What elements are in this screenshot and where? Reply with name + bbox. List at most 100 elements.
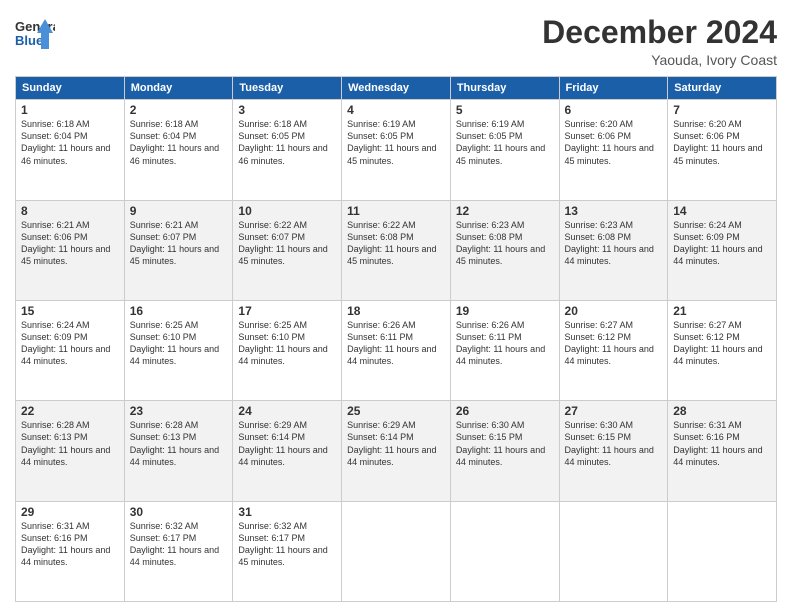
day-info: Sunrise: 6:24 AMSunset: 6:09 PMDaylight:… [673, 220, 762, 266]
header: General Blue December 2024 Yaouda, Ivory… [15, 15, 777, 68]
day-number: 10 [238, 204, 336, 218]
day-number: 15 [21, 304, 119, 318]
page: General Blue December 2024 Yaouda, Ivory… [0, 0, 792, 612]
day-info: Sunrise: 6:19 AMSunset: 6:05 PMDaylight:… [456, 119, 545, 165]
calendar-cell [559, 501, 668, 601]
day-info: Sunrise: 6:21 AMSunset: 6:07 PMDaylight:… [130, 220, 219, 266]
day-info: Sunrise: 6:21 AMSunset: 6:06 PMDaylight:… [21, 220, 110, 266]
day-number: 2 [130, 103, 228, 117]
day-number: 18 [347, 304, 445, 318]
day-number: 27 [565, 404, 663, 418]
calendar-subtitle: Yaouda, Ivory Coast [542, 52, 777, 68]
day-info: Sunrise: 6:25 AMSunset: 6:10 PMDaylight:… [130, 320, 219, 366]
calendar-cell: 15 Sunrise: 6:24 AMSunset: 6:09 PMDayligh… [16, 300, 125, 400]
calendar-cell: 12 Sunrise: 6:23 AMSunset: 6:08 PMDayligh… [450, 200, 559, 300]
calendar-cell: 18Sunrise: 6:26 AMSunset: 6:11 PMDayligh… [342, 300, 451, 400]
day-number: 5 [456, 103, 554, 117]
calendar-cell: 26 Sunrise: 6:30 AMSunset: 6:15 PMDayligh… [450, 401, 559, 501]
day-info: Sunrise: 6:32 AMSunset: 6:17 PMDaylight:… [130, 521, 219, 567]
day-number: 14 [673, 204, 771, 218]
calendar-cell: 7 Sunrise: 6:20 AMSunset: 6:06 PMDaylight… [668, 100, 777, 200]
calendar-cell: 2 Sunrise: 6:18 AMSunset: 6:04 PMDaylight… [124, 100, 233, 200]
calendar-cell: 6 Sunrise: 6:20 AMSunset: 6:06 PMDaylight… [559, 100, 668, 200]
svg-text:Blue: Blue [15, 33, 43, 48]
calendar-cell: 24Sunrise: 6:29 AMSunset: 6:14 PMDayligh… [233, 401, 342, 501]
calendar-cell: 8 Sunrise: 6:21 AMSunset: 6:06 PMDaylight… [16, 200, 125, 300]
calendar-cell: 14 Sunrise: 6:24 AMSunset: 6:09 PMDayligh… [668, 200, 777, 300]
day-info: Sunrise: 6:31 AMSunset: 6:16 PMDaylight:… [21, 521, 110, 567]
day-info: Sunrise: 6:26 AMSunset: 6:11 PMDaylight:… [456, 320, 545, 366]
col-thursday: Thursday [450, 77, 559, 100]
day-info: Sunrise: 6:24 AMSunset: 6:09 PMDaylight:… [21, 320, 110, 366]
col-tuesday: Tuesday [233, 77, 342, 100]
calendar-cell: 10 Sunrise: 6:22 AMSunset: 6:07 PMDayligh… [233, 200, 342, 300]
day-number: 28 [673, 404, 771, 418]
day-number: 20 [565, 304, 663, 318]
day-info: Sunrise: 6:31 AMSunset: 6:16 PMDaylight:… [673, 420, 762, 466]
calendar-cell: 30 Sunrise: 6:32 AMSunset: 6:17 PMDayligh… [124, 501, 233, 601]
calendar-week-row: 29Sunrise: 6:31 AMSunset: 6:16 PMDayligh… [16, 501, 777, 601]
calendar-week-row: 22 Sunrise: 6:28 AMSunset: 6:13 PMDayligh… [16, 401, 777, 501]
col-sunday: Sunday [16, 77, 125, 100]
day-number: 8 [21, 204, 119, 218]
day-info: Sunrise: 6:32 AMSunset: 6:17 PMDaylight:… [238, 521, 327, 567]
day-number: 7 [673, 103, 771, 117]
day-number: 6 [565, 103, 663, 117]
logo: General Blue [15, 15, 57, 53]
day-number: 13 [565, 204, 663, 218]
calendar-cell: 1Sunrise: 6:18 AMSunset: 6:04 PMDaylight… [16, 100, 125, 200]
calendar-cell: 25 Sunrise: 6:29 AMSunset: 6:14 PMDayligh… [342, 401, 451, 501]
day-info: Sunrise: 6:23 AMSunset: 6:08 PMDaylight:… [565, 220, 654, 266]
day-info: Sunrise: 6:28 AMSunset: 6:13 PMDaylight:… [130, 420, 219, 466]
day-info: Sunrise: 6:18 AMSunset: 6:04 PMDaylight:… [130, 119, 219, 165]
calendar-cell: 4Sunrise: 6:19 AMSunset: 6:05 PMDaylight… [342, 100, 451, 200]
calendar-title: December 2024 [542, 15, 777, 50]
calendar-cell: 19 Sunrise: 6:26 AMSunset: 6:11 PMDayligh… [450, 300, 559, 400]
day-number: 22 [21, 404, 119, 418]
day-number: 21 [673, 304, 771, 318]
calendar-week-row: 8 Sunrise: 6:21 AMSunset: 6:06 PMDaylight… [16, 200, 777, 300]
calendar-cell: 23 Sunrise: 6:28 AMSunset: 6:13 PMDayligh… [124, 401, 233, 501]
header-row: Sunday Monday Tuesday Wednesday Thursday… [16, 77, 777, 100]
day-info: Sunrise: 6:28 AMSunset: 6:13 PMDaylight:… [21, 420, 110, 466]
calendar-cell: 3Sunrise: 6:18 AMSunset: 6:05 PMDaylight… [233, 100, 342, 200]
day-info: Sunrise: 6:19 AMSunset: 6:05 PMDaylight:… [347, 119, 436, 165]
day-number: 16 [130, 304, 228, 318]
day-number: 23 [130, 404, 228, 418]
col-friday: Friday [559, 77, 668, 100]
day-number: 1 [21, 103, 119, 117]
day-info: Sunrise: 6:25 AMSunset: 6:10 PMDaylight:… [238, 320, 327, 366]
day-number: 12 [456, 204, 554, 218]
day-info: Sunrise: 6:27 AMSunset: 6:12 PMDaylight:… [673, 320, 762, 366]
day-info: Sunrise: 6:22 AMSunset: 6:07 PMDaylight:… [238, 220, 327, 266]
calendar-cell: 28 Sunrise: 6:31 AMSunset: 6:16 PMDayligh… [668, 401, 777, 501]
day-info: Sunrise: 6:20 AMSunset: 6:06 PMDaylight:… [565, 119, 654, 165]
day-info: Sunrise: 6:22 AMSunset: 6:08 PMDaylight:… [347, 220, 436, 266]
calendar-cell: 9 Sunrise: 6:21 AMSunset: 6:07 PMDaylight… [124, 200, 233, 300]
day-number: 30 [130, 505, 228, 519]
day-number: 17 [238, 304, 336, 318]
day-number: 9 [130, 204, 228, 218]
calendar-cell: 21 Sunrise: 6:27 AMSunset: 6:12 PMDayligh… [668, 300, 777, 400]
day-number: 25 [347, 404, 445, 418]
day-info: Sunrise: 6:27 AMSunset: 6:12 PMDaylight:… [565, 320, 654, 366]
col-wednesday: Wednesday [342, 77, 451, 100]
day-info: Sunrise: 6:29 AMSunset: 6:14 PMDaylight:… [347, 420, 436, 466]
calendar-cell: 29Sunrise: 6:31 AMSunset: 6:16 PMDayligh… [16, 501, 125, 601]
day-number: 19 [456, 304, 554, 318]
calendar-cell [450, 501, 559, 601]
calendar-cell: 11Sunrise: 6:22 AMSunset: 6:08 PMDayligh… [342, 200, 451, 300]
calendar-cell: 20 Sunrise: 6:27 AMSunset: 6:12 PMDayligh… [559, 300, 668, 400]
col-monday: Monday [124, 77, 233, 100]
calendar-table: Sunday Monday Tuesday Wednesday Thursday… [15, 76, 777, 602]
day-number: 26 [456, 404, 554, 418]
calendar-cell: 16 Sunrise: 6:25 AMSunset: 6:10 PMDayligh… [124, 300, 233, 400]
day-info: Sunrise: 6:20 AMSunset: 6:06 PMDaylight:… [673, 119, 762, 165]
calendar-cell: 31Sunrise: 6:32 AMSunset: 6:17 PMDayligh… [233, 501, 342, 601]
day-info: Sunrise: 6:18 AMSunset: 6:05 PMDaylight:… [238, 119, 327, 165]
calendar-cell [668, 501, 777, 601]
logo-icon: General Blue [15, 15, 55, 53]
day-info: Sunrise: 6:30 AMSunset: 6:15 PMDaylight:… [456, 420, 545, 466]
day-info: Sunrise: 6:23 AMSunset: 6:08 PMDaylight:… [456, 220, 545, 266]
calendar-cell [342, 501, 451, 601]
